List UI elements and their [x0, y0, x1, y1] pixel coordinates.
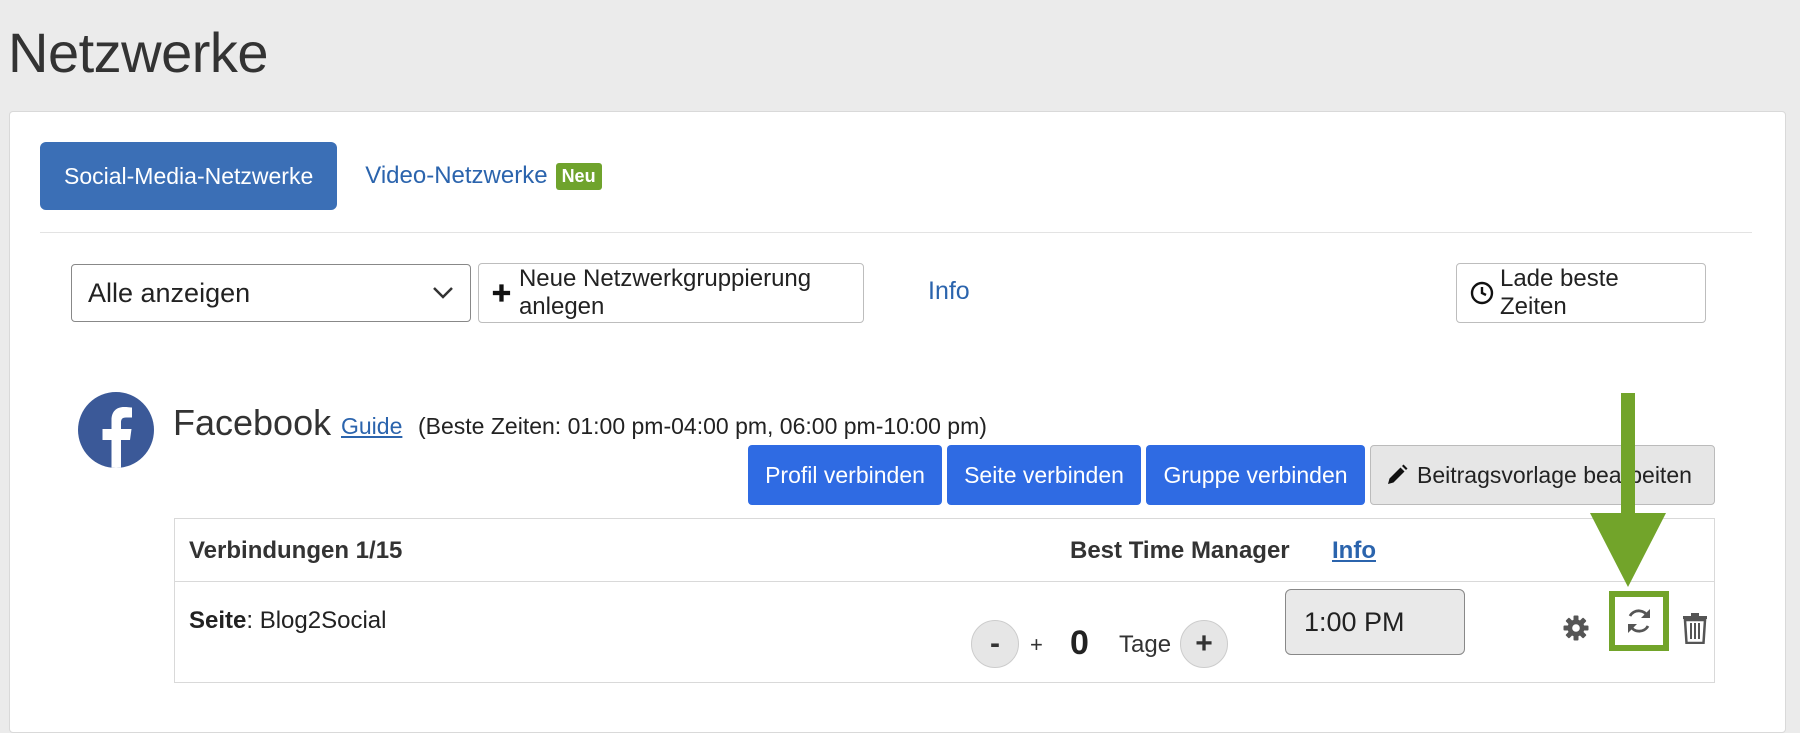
tab-video[interactable]: Video-Netzwerke Neu: [365, 162, 602, 190]
connection-name: Seite: Blog2Social: [189, 607, 386, 635]
best-time-manager-info-link[interactable]: Info: [1332, 537, 1376, 565]
networks-panel: Social-Media-Netzwerke Video-Netzwerke N…: [9, 111, 1786, 733]
new-group-button[interactable]: Neue Netzwerkgruppierung anlegen: [478, 263, 864, 323]
new-group-label: Neue Netzwerkgruppierung anlegen: [518, 265, 812, 320]
connections-table: Verbindungen 1/15 Best Time Manager Info…: [174, 518, 1715, 683]
tab-divider: [40, 232, 1752, 233]
decrease-days-button[interactable]: -: [971, 620, 1019, 668]
tab-video-label: Video-Netzwerke: [365, 162, 548, 189]
network-title: Facebook: [173, 402, 332, 443]
connections-count: Verbindungen 1/15: [189, 537, 403, 564]
load-best-times-button[interactable]: Lade beste Zeiten: [1456, 263, 1706, 323]
load-best-times-label: Lade beste Zeiten: [1499, 265, 1619, 320]
group-info-link[interactable]: Info: [928, 277, 970, 306]
best-time-manager-label: Best Time Manager: [1070, 537, 1290, 564]
tab-social-media[interactable]: Social-Media-Netzwerke: [40, 142, 338, 210]
connections-header: Verbindungen 1/15 Best Time Manager Info: [175, 519, 1714, 582]
trash-icon: [1683, 613, 1707, 644]
page-title: Netzwerke: [8, 21, 269, 84]
increase-days-button[interactable]: +: [1180, 620, 1228, 668]
guide-link[interactable]: Guide: [341, 413, 402, 440]
gear-icon: [1563, 615, 1589, 641]
clock-icon: [1470, 281, 1494, 305]
connection-type: Seite: [189, 607, 247, 634]
chevron-down-icon: [433, 287, 453, 299]
refresh-connection-button[interactable]: [1609, 591, 1669, 651]
days-label: Tage: [1119, 631, 1172, 658]
new-badge: Neu: [555, 162, 602, 190]
arrow-down-icon: [1590, 393, 1666, 587]
best-times-text: (Beste Zeiten: 01:00 pm-04:00 pm, 06:00 …: [418, 413, 987, 439]
settings-button[interactable]: [1560, 612, 1592, 644]
connect-profile-button[interactable]: Profil verbinden: [748, 445, 942, 505]
refresh-icon: [1628, 609, 1650, 633]
connection-account: : Blog2Social: [246, 607, 387, 634]
facebook-logo: [78, 392, 154, 468]
plus-sign-text: +: [1030, 632, 1043, 657]
time-input[interactable]: 1:00 PM: [1285, 589, 1465, 655]
connect-group-button[interactable]: Gruppe verbinden: [1146, 445, 1365, 505]
days-value: 0: [1070, 624, 1089, 662]
delete-connection-button[interactable]: [1680, 610, 1710, 646]
plus-icon: [492, 284, 511, 302]
network-tabs: Social-Media-Netzwerke Video-Netzwerke N…: [40, 142, 602, 210]
network-filter-select[interactable]: Alle anzeigen: [71, 264, 471, 322]
pencil-icon: [1388, 464, 1408, 484]
network-filter-value: Alle anzeigen: [88, 277, 251, 308]
connect-page-button[interactable]: Seite verbinden: [947, 445, 1141, 505]
